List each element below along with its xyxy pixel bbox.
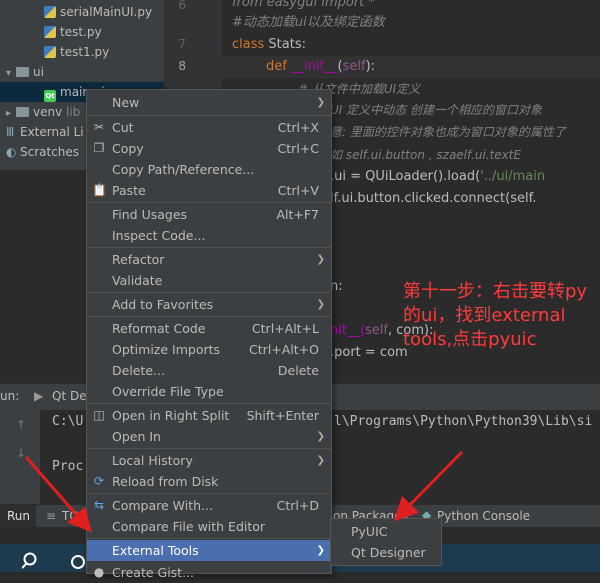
annotation-arrow-left bbox=[24, 456, 92, 533]
annotation-note: 第十一步：右击要转py的ui，找到external tools,点击pyuic bbox=[403, 281, 588, 350]
annotation-arrow-right bbox=[393, 450, 464, 522]
